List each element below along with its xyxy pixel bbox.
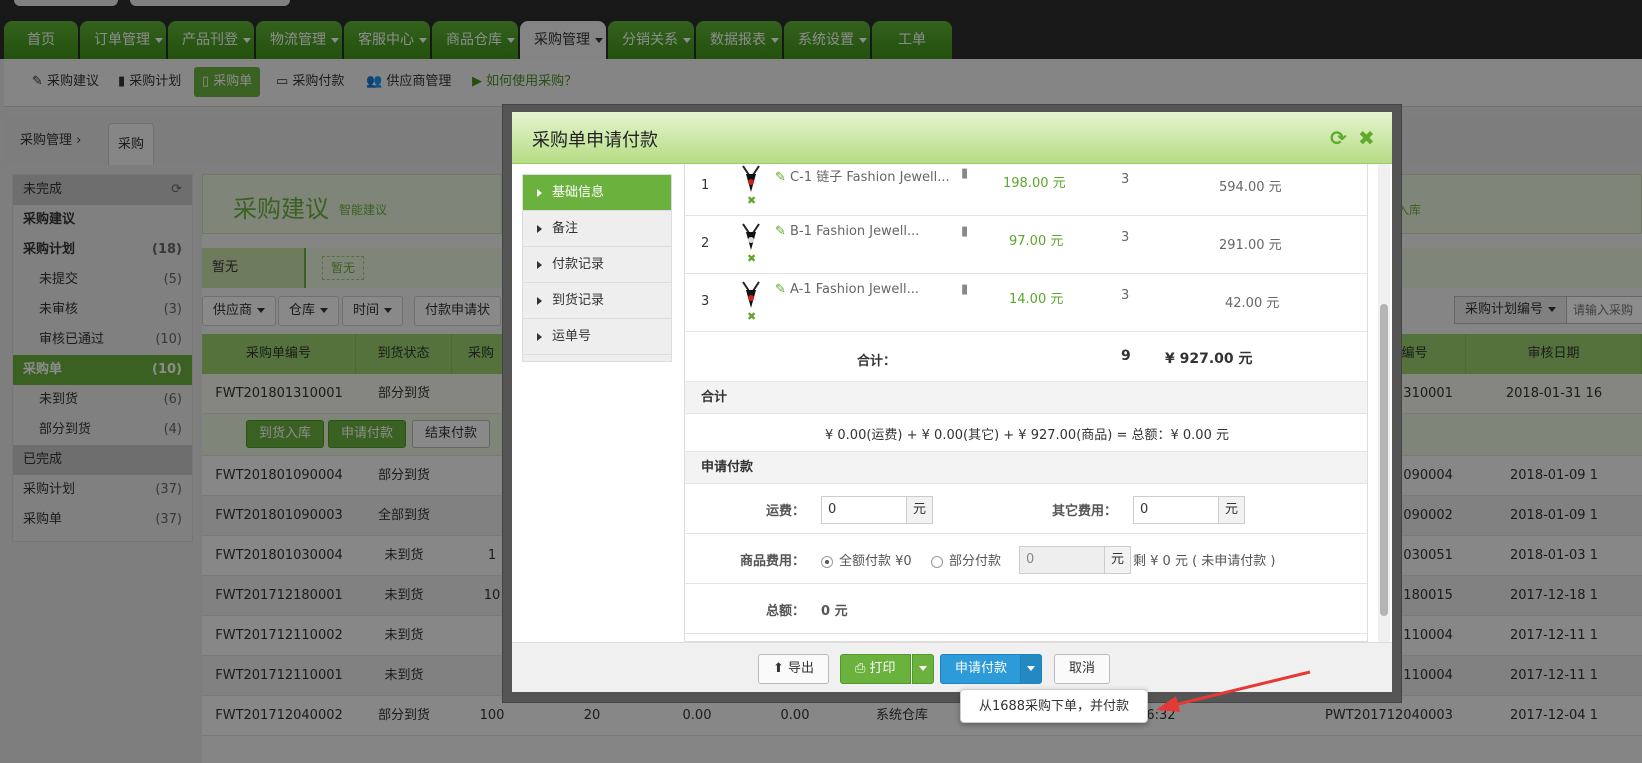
print-icon: ⎙	[855, 661, 866, 676]
remove-icon[interactable]: ✖	[747, 310, 756, 323]
chevron-down-icon	[919, 666, 927, 671]
total-row: 总额： 0 元	[685, 584, 1367, 634]
tab-notes[interactable]: 备注	[523, 211, 671, 247]
apply-payment-submit-button[interactable]: 申请付款	[940, 654, 1023, 684]
section-apply-payment: 申请付款	[685, 452, 1367, 484]
tab-arrival-records[interactable]: 到货记录	[523, 283, 671, 319]
dropdown-item-1688[interactable]: 从1688采购下单，并付款	[960, 689, 1148, 723]
tab-basic-info[interactable]: 基础信息	[523, 175, 671, 211]
remove-icon[interactable]: ✖	[747, 252, 756, 265]
cancel-button[interactable]: 取消	[1054, 654, 1111, 684]
partial-payment-radio[interactable]: 部分付款	[931, 550, 1001, 569]
partial-amount-input[interactable]: 0元	[1019, 546, 1131, 574]
bookmark-icon[interactable]: ▮	[961, 224, 968, 239]
apply-payment-dialog: 采购单申请付款 ⟳ ✖ 基础信息 备注 付款记录 到货记录 运单号 1 ✖ ✎ …	[512, 112, 1392, 692]
close-icon[interactable]: ✖	[1358, 126, 1375, 150]
remove-icon[interactable]: ✖	[747, 194, 756, 207]
radio-icon	[931, 555, 943, 568]
apply-payment-dropdown-button[interactable]	[1020, 654, 1042, 684]
product-sku-name[interactable]: ✎ C-1 链子 Fashion Jewell...	[775, 166, 950, 185]
product-sku-name[interactable]: ✎ A-1 Fashion Jewell...	[775, 282, 919, 297]
dialog-scrollbar[interactable]	[1378, 164, 1390, 642]
necklace-image	[742, 165, 760, 192]
edit-icon[interactable]: ✎	[775, 224, 786, 239]
radio-icon	[821, 555, 833, 568]
full-payment-radio[interactable]: 全额付款 ¥0	[821, 550, 912, 569]
upload-icon: ⬆	[773, 661, 784, 676]
chevron-down-icon	[1027, 666, 1035, 671]
tab-payment-records[interactable]: 付款记录	[523, 247, 671, 283]
annotation-arrow	[1156, 670, 1311, 712]
necklace-image	[742, 281, 760, 308]
formula-row: ¥ 0.00(运费) + ¥ 0.00(其它) + ¥ 927.00(商品) =…	[685, 414, 1367, 452]
dialog-body: 1 ✖ ✎ C-1 链子 Fashion Jewell... ▮ 198.00 …	[684, 164, 1368, 642]
print-dropdown-button[interactable]	[912, 654, 934, 684]
section-total: 合计	[685, 382, 1367, 414]
necklace-image	[742, 223, 760, 250]
caret-right-icon	[537, 260, 542, 269]
other-fee-input[interactable]: 0元	[1133, 496, 1245, 524]
bookmark-icon[interactable]: ▮	[961, 282, 968, 297]
dialog-title: 采购单申请付款	[532, 130, 658, 151]
refresh-icon[interactable]: ⟳	[1330, 126, 1347, 150]
export-button[interactable]: ⬆ 导出	[758, 654, 830, 684]
goods-fee-row: 商品费用： 全额付款 ¥0 部分付款 0元 剩 ¥ 0 元 ( 未申请付款 )	[685, 534, 1367, 584]
dialog-header: 采购单申请付款 ⟳ ✖	[512, 112, 1392, 164]
print-button[interactable]: ⎙ 打印	[840, 654, 911, 684]
caret-right-icon	[537, 188, 542, 197]
edit-icon[interactable]: ✎	[775, 282, 786, 297]
product-sku-name[interactable]: ✎ B-1 Fashion Jewell...	[775, 224, 919, 239]
sum-row: 合计： 9 ¥ 927.00 元	[685, 332, 1367, 382]
caret-right-icon	[537, 332, 542, 341]
dialog-side-nav: 基础信息 备注 付款记录 到货记录 运单号	[522, 174, 672, 362]
edit-icon[interactable]: ✎	[775, 170, 786, 185]
tab-tracking-no[interactable]: 运单号	[523, 319, 671, 355]
product-row: 2 ✖ ✎ B-1 Fashion Jewell... ▮ 97.00 元 3 …	[685, 216, 1367, 274]
bookmark-icon[interactable]: ▮	[961, 166, 968, 181]
product-row: 3 ✖ ✎ A-1 Fashion Jewell... ▮ 14.00 元 3 …	[685, 274, 1367, 332]
scrollbar-thumb[interactable]	[1380, 304, 1388, 616]
fee-row: 运费： 0元 其它费用： 0元	[685, 484, 1367, 534]
caret-right-icon	[537, 296, 542, 305]
product-row: 1 ✖ ✎ C-1 链子 Fashion Jewell... ▮ 198.00 …	[685, 164, 1367, 216]
freight-input[interactable]: 0元	[821, 496, 933, 524]
caret-right-icon	[537, 224, 542, 233]
